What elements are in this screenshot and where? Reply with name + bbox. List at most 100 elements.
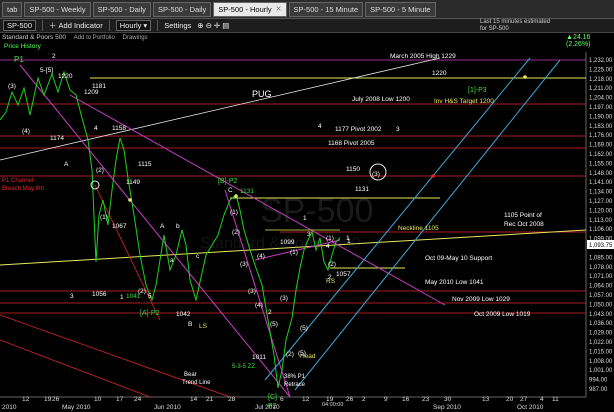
c-p2-label: [C] [268,394,277,401]
channel-lower-line [19,64,291,398]
date-tick-label: 23 [422,396,430,403]
level-label-1229: March 2005 High 1229 [390,53,456,60]
date-axis-labels: 201012 19 26May 201010 17 24Jun 201014 21 28Ju… [2,396,559,411]
price-tick-label: 1,148.00 [589,171,613,177]
wave-label: 1042 [176,311,191,318]
price-axis-labels: 1,232.00 1,225.00 1,218.00 1,211.00 1,204.00… [589,58,613,393]
wave-label: (3) [240,261,248,268]
date-tick-label: 11 [552,396,559,403]
price-tick-label: 1,120.00 [589,208,613,214]
price-tick-label: 1,106.00 [589,227,613,233]
price-tick-label: 1,141.00 [589,180,613,186]
wave-label: C [228,187,233,194]
wave-label: B [188,321,192,328]
date-tick-label: 17 [116,396,124,403]
wave-label: (3) [248,288,256,295]
price-tick-label: 1,001.00 [589,368,613,374]
retrace-label-2: Retrace [284,382,306,388]
wave-label: 1220 [58,73,73,80]
point-dot [128,198,132,202]
wave-label: 1 [347,238,351,245]
price-tick-label: 1,218.00 [589,77,613,83]
price-tick-label: 1,057.00 [589,293,613,299]
wave-label: (1) [100,214,108,221]
price-tick-label: 1,225.00 [589,67,613,73]
wave-label: (1) [230,209,238,216]
bear-trend-line-2 [0,339,151,398]
wave-label: (5) [298,350,306,357]
inv-target-label: Inv H&S Target 1200 [434,98,494,105]
level-label-1150: 1150 [346,166,360,173]
price-tick-label: 1,155.00 [589,161,613,167]
date-tick-label: 12 [22,396,30,403]
wave-label: 4 [326,243,330,250]
date-tick-label: Sep 2010 [433,404,461,411]
date-tick-label: 2010 [2,404,17,411]
date-tick-label: Oct 2010 [517,404,544,411]
price-tick-label: 1,169.00 [589,143,613,149]
annotations: P1 PUG [1]-P3 Inv H&S Target 1200 [A]-P2… [2,55,494,410]
price-tick-label: 994.00 [589,378,608,384]
date-tick-label: 30 [444,396,452,403]
inv-wave-label: [1]-P3 [468,87,487,94]
price-tick-label: 1,029.00 [589,331,613,337]
price-tick-label: 1,043.00 [589,312,613,318]
price-tick-label: 1,127.00 [589,199,613,205]
wave-label: (1) [290,249,298,256]
price-tick-label: 1,190.00 [589,114,613,120]
wave-label: A [160,223,165,230]
wave-label: (4) [22,128,30,135]
wave-label: 2 [52,53,56,60]
pug-label: PUG [252,89,272,99]
level-labels: March 2005 High 1229 1220 July 2008 Low … [328,53,544,318]
date-tick-label: 6 [280,396,284,403]
wave-label: 3 [307,231,311,238]
wave-label: 1131 [240,188,254,195]
date-tick-label: 27 [520,396,528,403]
wave-label: 1 [120,294,124,301]
wave-label: (5) [300,325,308,332]
date-tick-label: 2 [362,396,366,403]
date-tick-label: Jul 2010 [255,404,280,411]
level-label-1019: Oct 2009 Low 1019 [474,311,531,318]
level-label-1177: 1177 Pivot 2002 [335,126,382,133]
wave-label: (2) [286,351,294,358]
ls-label: LS [199,323,208,330]
price-tick-label: 1,134.00 [589,190,613,196]
wave-label: (4) [257,253,265,260]
date-tick-label: 14 [190,396,198,403]
wave-label: A [64,161,69,168]
price-tick-label: 1,036.00 [589,321,613,327]
date-tick-label: 12 [302,396,310,403]
price-tick-label: 1,183.00 [589,124,613,130]
level-label-neckline: Neckline 1105 [398,225,439,232]
date-tick-label: 16 [402,396,410,403]
point-of-rec-label-2: Rec Oct 2008 [504,221,544,228]
level-label-1131: 1131 [355,186,369,193]
level-label-1220: 1220 [432,70,447,77]
date-tick-label: 26 [346,396,354,403]
price-tick-label: 1,015.00 [589,349,613,355]
price-tick-label: 987.00 [589,387,608,393]
price-tick-label: 1,050.00 [589,302,613,308]
date-tick-label: Jun 2010 [154,404,181,411]
price-tick-label: 1,176.00 [589,133,613,139]
point-dot [234,194,238,198]
date-tick-label: 10 [94,396,102,403]
level-label-support: Oct 09-May 10 Support [425,255,492,262]
zz-label: 5-3-5 ZZ [232,364,255,370]
date-tick-label: 26 [52,396,60,403]
price-chart[interactable]: SP-500 Standard & Poor's 500 March 2005 … [0,0,614,412]
wave-label: 1209 [84,89,99,96]
date-tick-label: 19 [44,396,52,403]
wave-label: (1) [326,235,334,242]
date-tick-label: 4 [540,396,544,403]
wave-label: (4) [255,302,263,309]
level-lines [0,59,586,314]
price-tick-label: 1,022.00 [589,340,613,346]
bear-label-2: Trend Line [182,380,211,386]
wave-label: (5) [270,321,278,328]
price-tick-label: 1,085.00 [589,255,613,261]
date-tick-label: 28 [228,396,236,403]
point-of-rec-label-1: 1105 Point of [504,212,542,219]
